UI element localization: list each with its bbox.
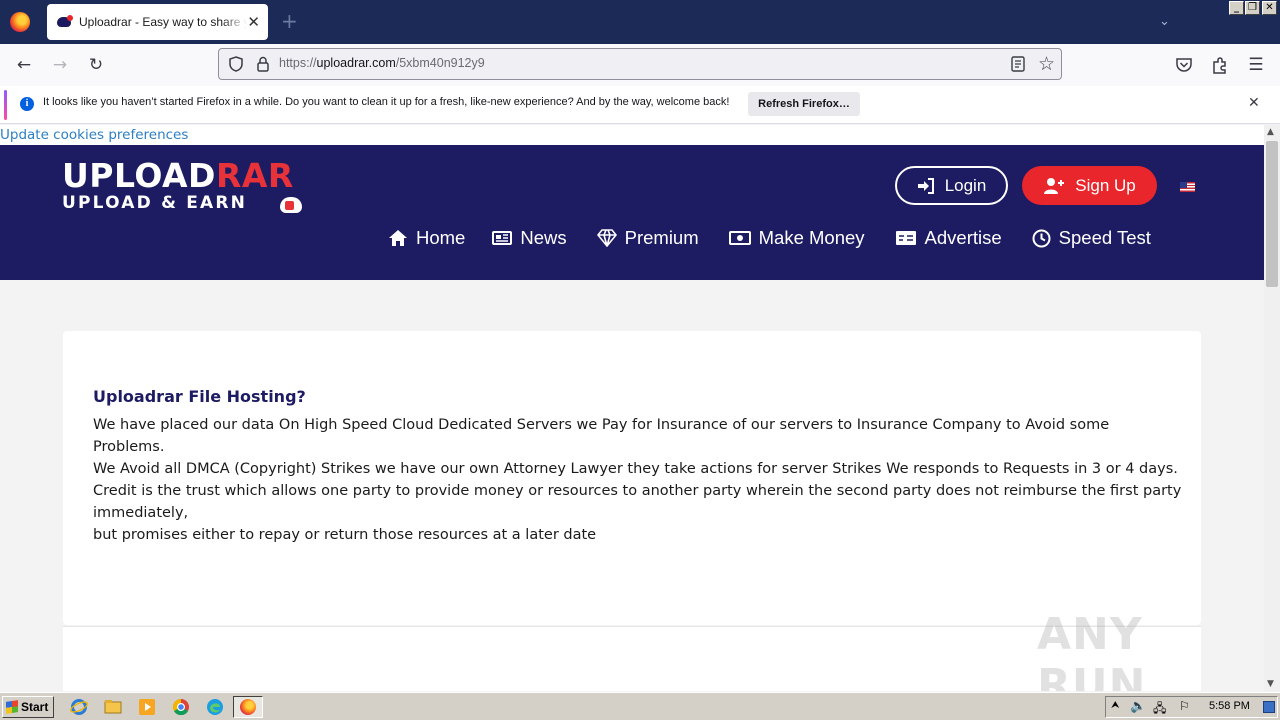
nav-label-premium: Premium bbox=[624, 227, 699, 248]
url-host: uploadrar.com bbox=[316, 56, 396, 70]
content-card-secondary bbox=[63, 626, 1201, 691]
taskbar-clock[interactable]: 5:58 PM bbox=[1209, 700, 1250, 712]
reload-icon[interactable]: ↻ bbox=[85, 54, 107, 76]
content-card: Uploadrar File Hosting? We have placed o… bbox=[63, 331, 1201, 625]
money-bill-icon bbox=[728, 231, 751, 245]
system-tray: ⮝ 🔈 🖧 ⚐ 5:58 PM bbox=[1105, 696, 1278, 718]
nav-item-advertise[interactable]: Advertise bbox=[895, 227, 1002, 249]
logo-o-power-icon: O bbox=[134, 156, 163, 195]
windows-taskbar: Start ⮝ 🔈 🖧 ⚐ 5:58 PM bbox=[0, 692, 1280, 720]
windows-logo-icon bbox=[6, 700, 18, 714]
chrome-icon[interactable] bbox=[172, 698, 190, 716]
action-center-flag-icon[interactable]: ⚐ bbox=[1179, 699, 1190, 713]
window-restore-button[interactable]: ❐ bbox=[1245, 1, 1260, 15]
window-close-button[interactable]: ✕ bbox=[1262, 1, 1277, 15]
info-icon: i bbox=[20, 97, 34, 111]
tab-title: Uploadrar - Easy way to share your files bbox=[79, 15, 247, 29]
uploadrar-favicon-icon bbox=[57, 15, 73, 27]
internet-explorer-icon[interactable] bbox=[70, 698, 88, 716]
logo-wordmark: UPLOADRAR bbox=[62, 159, 322, 193]
content-paragraph: Credit is the trust which allows one par… bbox=[93, 483, 1182, 521]
notification-close-icon[interactable]: ✕ bbox=[1248, 95, 1260, 111]
login-label: Login bbox=[944, 175, 987, 195]
user-plus-icon bbox=[1044, 178, 1065, 194]
newspaper-icon bbox=[492, 231, 513, 245]
update-cookies-link[interactable]: Update cookies preferences bbox=[0, 125, 1264, 145]
scroll-down-arrow-icon[interactable]: ▼ bbox=[1267, 679, 1274, 689]
nav-item-home[interactable]: Home bbox=[388, 227, 465, 249]
extensions-puzzle-icon[interactable] bbox=[1209, 54, 1231, 76]
nav-label-advertise: Advertise bbox=[924, 227, 1002, 248]
nav-item-news[interactable]: News bbox=[492, 227, 567, 249]
forward-arrow-icon[interactable]: → bbox=[49, 54, 71, 76]
logo-cloud-icon bbox=[280, 197, 302, 213]
tab-strip: Uploadrar - Easy way to share your files… bbox=[0, 0, 1280, 44]
logo-part-1: UPL bbox=[62, 156, 135, 195]
navigation-toolbar: ← → ↻ https://uploadrar.com/5xbm40n912y9… bbox=[0, 44, 1280, 86]
page-viewport: Update cookies preferences UPLOADRAR UPL… bbox=[0, 125, 1264, 691]
tracking-shield-icon[interactable] bbox=[227, 55, 245, 73]
tray-expand-icon[interactable]: ⮝ bbox=[1111, 700, 1120, 711]
ad-card-icon bbox=[895, 231, 916, 245]
list-all-tabs-chevron-icon[interactable]: ⌄ bbox=[1159, 14, 1170, 29]
clock-icon bbox=[1032, 229, 1051, 247]
content-title: Uploadrar File Hosting? bbox=[93, 387, 306, 406]
url-prefix: https:// bbox=[279, 56, 317, 70]
notification-bar: i It looks like you haven’t started Fire… bbox=[0, 86, 1280, 124]
start-label: Start bbox=[21, 700, 49, 714]
back-arrow-icon[interactable]: ← bbox=[13, 54, 35, 76]
page-scrollbar[interactable]: ▲ ▼ bbox=[1264, 125, 1280, 691]
pocket-icon[interactable] bbox=[1173, 54, 1195, 76]
refresh-firefox-button[interactable]: Refresh Firefox… bbox=[748, 92, 860, 116]
taskbar-firefox-active[interactable] bbox=[233, 696, 263, 718]
signup-label: Sign Up bbox=[1075, 175, 1136, 195]
nav-item-make-money[interactable]: Make Money bbox=[728, 227, 865, 249]
logo-part-2: ADRAR bbox=[162, 156, 294, 195]
window-minimize-button[interactable]: _ bbox=[1229, 1, 1244, 15]
content-paragraph: but promises either to repay or return t… bbox=[93, 527, 597, 543]
notification-message: It looks like you haven’t started Firefo… bbox=[43, 96, 730, 108]
url-text[interactable]: https://uploadrar.com/5xbm40n912y9 bbox=[279, 56, 485, 70]
tab-close-icon[interactable]: ✕ bbox=[247, 13, 260, 31]
firefox-view-icon[interactable] bbox=[10, 12, 30, 32]
file-explorer-icon[interactable] bbox=[104, 698, 122, 716]
url-bar[interactable]: https://uploadrar.com/5xbm40n912y9 ☆ bbox=[218, 48, 1062, 80]
reader-view-icon[interactable] bbox=[1009, 55, 1027, 73]
tab-active[interactable]: Uploadrar - Easy way to share your files… bbox=[47, 4, 268, 40]
home-icon bbox=[389, 230, 407, 246]
signup-button[interactable]: Sign Up bbox=[1022, 166, 1157, 205]
nav-label-make-money: Make Money bbox=[758, 227, 865, 248]
uploadrar-logo[interactable]: UPLOADRAR UPLOAD & EARN bbox=[62, 159, 322, 219]
us-flag-language-icon[interactable] bbox=[1180, 182, 1195, 192]
nav-label-speed-test: Speed Test bbox=[1058, 227, 1151, 248]
diamond-icon bbox=[596, 229, 617, 247]
bookmark-star-icon[interactable]: ☆ bbox=[1038, 53, 1055, 75]
login-button[interactable]: Login bbox=[895, 166, 1008, 205]
site-header: UPLOADRAR UPLOAD & EARN Login Sign Up Ho… bbox=[0, 145, 1264, 280]
lock-icon[interactable] bbox=[255, 55, 271, 73]
edge-icon[interactable] bbox=[206, 698, 224, 716]
content-paragraph: We have placed our data On High Speed Cl… bbox=[93, 417, 1110, 455]
new-tab-icon[interactable]: + bbox=[281, 11, 298, 31]
sign-in-icon bbox=[917, 177, 934, 194]
scroll-up-arrow-icon[interactable]: ▲ bbox=[1267, 127, 1274, 137]
media-player-icon[interactable] bbox=[138, 698, 156, 716]
main-nav: Home News Premium Make Money Advertise S… bbox=[388, 227, 1151, 249]
anyrun-watermark: ANY RUN bbox=[1037, 609, 1147, 691]
content-paragraph: We Avoid all DMCA (Copyright) Strikes we… bbox=[93, 461, 1178, 477]
volume-icon[interactable]: 🔈 bbox=[1130, 699, 1146, 714]
nav-label-home: Home bbox=[416, 227, 466, 248]
app-menu-hamburger-icon[interactable]: ☰ bbox=[1245, 54, 1267, 76]
nav-item-premium[interactable]: Premium bbox=[596, 227, 699, 249]
firefox-icon bbox=[240, 699, 256, 715]
nav-item-speed-test[interactable]: Speed Test bbox=[1032, 227, 1151, 249]
network-icon[interactable]: 🖧 bbox=[1153, 699, 1166, 720]
show-desktop-icon[interactable] bbox=[1263, 701, 1275, 713]
url-path: /5xbm40n912y9 bbox=[395, 56, 485, 70]
content-body: We have placed our data On High Speed Cl… bbox=[93, 414, 1183, 546]
start-button[interactable]: Start bbox=[2, 696, 54, 718]
scrollbar-thumb[interactable] bbox=[1266, 141, 1278, 287]
nav-label-news: News bbox=[520, 227, 567, 248]
notification-accent bbox=[4, 90, 7, 120]
